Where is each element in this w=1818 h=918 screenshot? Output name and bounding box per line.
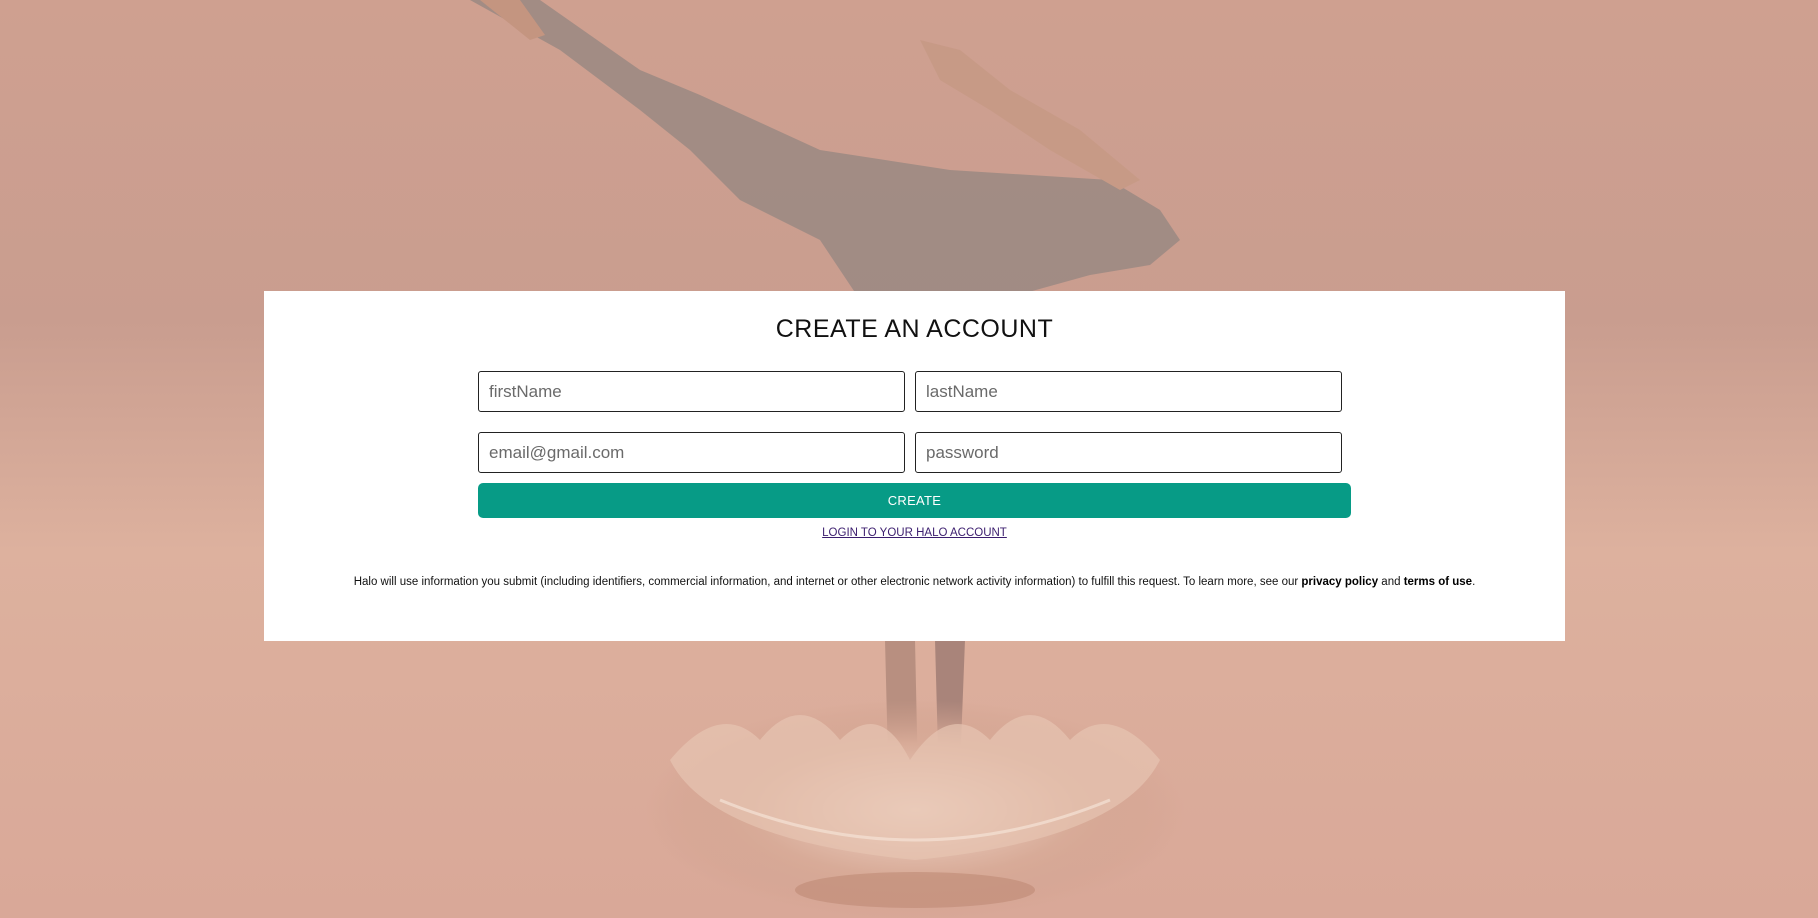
create-account-card: CREATE AN ACCOUNT CREATE LOGIN TO YOUR H… <box>264 291 1565 641</box>
privacy-policy-link[interactable]: privacy policy <box>1301 576 1378 588</box>
password-input[interactable] <box>915 432 1342 473</box>
create-button[interactable]: CREATE <box>478 483 1351 518</box>
disclaimer-and: and <box>1378 576 1404 588</box>
email-input[interactable] <box>478 432 905 473</box>
last-name-input[interactable] <box>915 371 1342 412</box>
page-title: CREATE AN ACCOUNT <box>775 315 1054 343</box>
page: CREATE AN ACCOUNT CREATE LOGIN TO YOUR H… <box>0 0 1818 918</box>
disclaimer-text: Halo will use information you submit (in… <box>264 576 1565 588</box>
first-name-input[interactable] <box>478 371 905 412</box>
login-link[interactable]: LOGIN TO YOUR HALO ACCOUNT <box>822 527 1007 539</box>
disclaimer-end: . <box>1472 576 1476 588</box>
terms-of-use-link[interactable]: terms of use <box>1404 576 1472 588</box>
login-link-container: LOGIN TO YOUR HALO ACCOUNT <box>264 527 1565 539</box>
disclaimer-body: Halo will use information you submit (in… <box>353 576 1302 588</box>
